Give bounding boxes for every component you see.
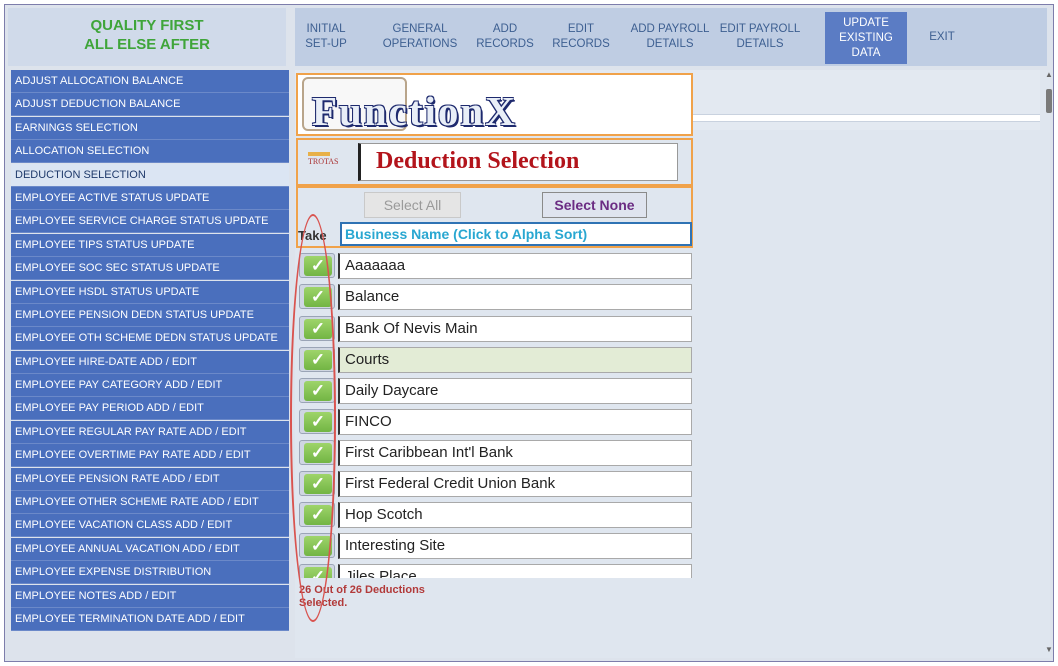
list-item: ✓ Jiles Place..... xyxy=(296,562,696,578)
sidebar-item-hire-date[interactable]: EMPLOYEE HIRE-DATE ADD / EDIT xyxy=(11,350,289,374)
top-nav: INITIAL SET-UP GENERAL OPERATIONS ADD RE… xyxy=(295,8,1047,66)
list-item: ✓ Balance xyxy=(296,282,696,311)
business-name-cell[interactable]: Daily Daycare xyxy=(338,378,692,404)
sidebar-item-expense-distribution[interactable]: EMPLOYEE EXPENSE DISTRIBUTION xyxy=(11,561,289,585)
nav-update-existing-data[interactable]: UPDATE EXISTING DATA xyxy=(825,12,907,64)
business-name-cell[interactable]: Hop Scotch xyxy=(338,502,692,528)
sidebar-item-allocation-selection[interactable]: ALLOCATION SELECTION xyxy=(11,140,289,164)
nav-edit-records[interactable]: EDIT RECORDS xyxy=(545,8,617,66)
business-name-cell[interactable]: Bank Of Nevis Main xyxy=(338,316,692,342)
nav-add-records[interactable]: ADD RECORDS xyxy=(469,8,541,66)
scroll-up-icon[interactable]: ▲ xyxy=(1045,70,1053,79)
sidebar-item-soc-sec-status[interactable]: EMPLOYEE SOC SEC STATUS UPDATE xyxy=(11,257,289,281)
nav-initial-setup[interactable]: INITIAL SET-UP xyxy=(295,8,357,66)
sidebar-item-regular-pay-rate[interactable]: EMPLOYEE REGULAR PAY RATE ADD / EDIT xyxy=(11,420,289,444)
form-title: Deduction Selection xyxy=(376,148,580,174)
list-item: ✓ First Federal Credit Union Bank xyxy=(296,469,696,498)
sidebar-item-earnings-selection[interactable]: EARNINGS SELECTION xyxy=(11,116,289,140)
business-name-cell[interactable]: Jiles Place..... xyxy=(338,564,692,578)
sidebar-item-other-scheme-rate[interactable]: EMPLOYEE OTHER SCHEME RATE ADD / EDIT xyxy=(11,491,289,515)
sidebar-item-termination-date[interactable]: EMPLOYEE TERMINATION DATE ADD / EDIT xyxy=(11,607,289,631)
business-name-cell[interactable]: First Caribbean Int'l Bank xyxy=(338,440,692,466)
sidebar-item-adjust-allocation-balance[interactable]: ADJUST ALLOCATION BALANCE xyxy=(11,70,289,93)
sidebar-item-annual-vacation[interactable]: EMPLOYEE ANNUAL VACATION ADD / EDIT xyxy=(11,537,289,561)
sidebar-item-pay-period[interactable]: EMPLOYEE PAY PERIOD ADD / EDIT xyxy=(11,397,289,421)
brand-banner: QUALITY FIRST ALL ELSE AFTER xyxy=(8,8,286,66)
nav-general-operations[interactable]: GENERAL OPERATIONS xyxy=(373,8,467,66)
list-item: ✓ Aaaaaaa xyxy=(296,251,696,280)
business-name-cell[interactable]: Courts xyxy=(338,347,692,373)
list-item: ✓ Hop Scotch xyxy=(296,500,696,529)
sidebar-item-vacation-class[interactable]: EMPLOYEE VACATION CLASS ADD / EDIT xyxy=(11,514,289,538)
sidebar-item-pay-category[interactable]: EMPLOYEE PAY CATEGORY ADD / EDIT xyxy=(11,374,289,398)
business-name-cell[interactable]: Balance xyxy=(338,284,692,310)
sidebar-item-tips-status[interactable]: EMPLOYEE TIPS STATUS UPDATE xyxy=(11,233,289,257)
sidebar-item-deduction-selection[interactable]: DEDUCTION SELECTION xyxy=(11,163,289,187)
business-name-cell[interactable]: First Federal Credit Union Bank xyxy=(338,471,692,497)
nav-exit[interactable]: EXIT xyxy=(907,8,977,66)
business-name-cell[interactable]: Interesting Site xyxy=(338,533,692,559)
sidebar-item-service-charge-status[interactable]: EMPLOYEE SERVICE CHARGE STATUS UPDATE xyxy=(11,210,289,234)
form-title-box: TROTAS Deduction Selection xyxy=(296,138,693,186)
sidebar-item-adjust-deduction-balance[interactable]: ADJUST DEDUCTION BALANCE xyxy=(11,93,289,117)
vertical-scrollbar[interactable]: ▲ ▼ xyxy=(1044,70,1054,658)
nav-add-payroll-details[interactable]: ADD PAYROLL DETAILS xyxy=(627,8,713,66)
list-item: ✓ Courts xyxy=(296,345,696,374)
list-item: ✓ First Caribbean Int'l Bank xyxy=(296,438,696,467)
sidebar-item-hsdl-status[interactable]: EMPLOYEE HSDL STATUS UPDATE xyxy=(11,280,289,304)
trotas-logo: TROTAS xyxy=(308,152,338,166)
nav-edit-payroll-details[interactable]: EDIT PAYROLL DETAILS xyxy=(715,8,805,66)
sidebar-item-overtime-pay-rate[interactable]: EMPLOYEE OVERTIME PAY RATE ADD / EDIT xyxy=(11,444,289,468)
form-title-frame: Deduction Selection xyxy=(358,143,678,181)
brand-line-2: ALL ELSE AFTER xyxy=(84,36,210,53)
brand-line-1: QUALITY FIRST xyxy=(90,17,204,34)
functionx-logo: FunctionX xyxy=(312,88,517,134)
sidebar-item-notes[interactable]: EMPLOYEE NOTES ADD / EDIT xyxy=(11,584,289,608)
business-name-cell[interactable]: FINCO xyxy=(338,409,692,435)
deduction-list: ✓ Aaaaaaa ✓ Balance ✓ Bank Of Nevis Main… xyxy=(296,251,696,578)
select-all-button[interactable]: Select All xyxy=(364,192,461,218)
sidebar-item-active-status[interactable]: EMPLOYEE ACTIVE STATUS UPDATE xyxy=(11,186,289,210)
scroll-down-icon[interactable]: ▼ xyxy=(1045,645,1053,654)
list-item: ✓ Interesting Site xyxy=(296,531,696,560)
column-header-business-name[interactable]: Business Name (Click to Alpha Sort) xyxy=(340,222,692,246)
annotation-ellipse xyxy=(290,214,336,622)
scroll-thumb[interactable] xyxy=(1046,89,1052,113)
header-strip xyxy=(693,114,1040,122)
list-item: ✓ Daily Daycare xyxy=(296,376,696,405)
sidebar-item-pension-dedn-status[interactable]: EMPLOYEE PENSION DEDN STATUS UPDATE xyxy=(11,303,289,327)
sidebar-item-oth-scheme-dedn-status[interactable]: EMPLOYEE OTH SCHEME DEDN STATUS UPDATE xyxy=(11,327,289,351)
list-item: ✓ FINCO xyxy=(296,407,696,436)
select-none-button[interactable]: Select None xyxy=(542,192,647,218)
business-name-cell[interactable]: Aaaaaaa xyxy=(338,253,692,279)
logo-box: FunctionX xyxy=(296,73,693,136)
list-item: ✓ Bank Of Nevis Main xyxy=(296,314,696,343)
sidebar: ADJUST ALLOCATION BALANCE ADJUST DEDUCTI… xyxy=(11,70,289,631)
sidebar-item-pension-rate[interactable]: EMPLOYEE PENSION RATE ADD / EDIT xyxy=(11,467,289,491)
